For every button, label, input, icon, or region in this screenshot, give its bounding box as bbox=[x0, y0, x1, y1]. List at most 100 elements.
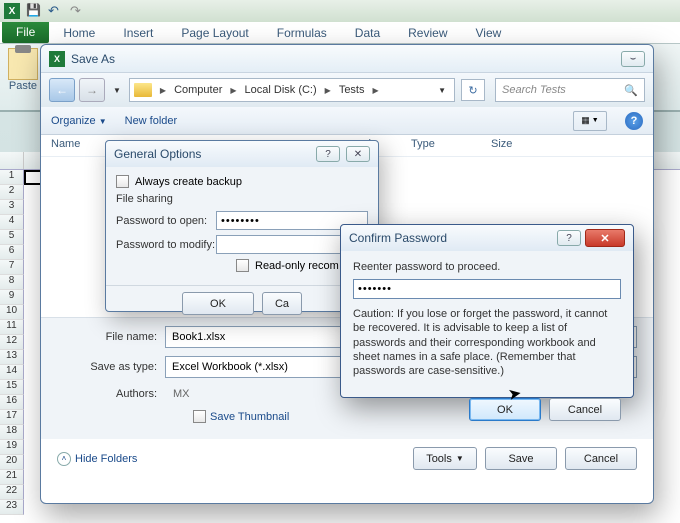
file-sharing-label: File sharing bbox=[116, 193, 368, 205]
dialog-title: Save As bbox=[71, 52, 615, 66]
save-as-titlebar: X Save As bbox=[41, 45, 653, 73]
row-header[interactable]: 7 bbox=[0, 260, 24, 275]
ok-button[interactable]: OK bbox=[182, 292, 254, 315]
save-button[interactable]: Save bbox=[485, 447, 557, 470]
close-button[interactable]: ✕ bbox=[585, 229, 625, 247]
tab-home[interactable]: Home bbox=[49, 22, 109, 43]
row-header[interactable]: 22 bbox=[0, 485, 24, 500]
col-name[interactable]: Name bbox=[51, 135, 101, 156]
row-header[interactable]: 21 bbox=[0, 470, 24, 485]
filename-label: File name: bbox=[57, 331, 157, 343]
quick-access-toolbar: X bbox=[0, 0, 680, 22]
qat-undo-icon[interactable] bbox=[48, 3, 64, 19]
breadcrumb[interactable]: ▶ Computer ▶ Local Disk (C:) ▶ Tests ▶ ▼ bbox=[129, 78, 455, 102]
ribbon-tabs: File Home Insert Page Layout Formulas Da… bbox=[0, 22, 680, 44]
pwd-modify-label: Password to modify: bbox=[116, 239, 216, 251]
dialog-title: Confirm Password bbox=[349, 231, 551, 245]
col-size[interactable]: Size bbox=[451, 135, 541, 156]
cancel-button[interactable]: Cancel bbox=[549, 398, 621, 421]
help-button[interactable]: ? bbox=[316, 146, 340, 162]
excel-icon: X bbox=[4, 3, 20, 19]
row-header[interactable]: 10 bbox=[0, 305, 24, 320]
filename-value: Book1.xlsx bbox=[172, 331, 225, 343]
row-header[interactable]: 5 bbox=[0, 230, 24, 245]
refresh-button[interactable]: ↻ bbox=[461, 79, 485, 101]
row-header[interactable]: 17 bbox=[0, 410, 24, 425]
file-tab[interactable]: File bbox=[2, 22, 49, 43]
backup-label: Always create backup bbox=[135, 176, 242, 188]
search-placeholder: Search Tests bbox=[502, 84, 566, 96]
backup-checkbox[interactable] bbox=[116, 175, 129, 188]
genopt-titlebar: General Options ? ✕ bbox=[106, 141, 378, 167]
close-button[interactable]: ✕ bbox=[346, 146, 370, 162]
search-input[interactable]: Search Tests 🔍 bbox=[495, 78, 645, 102]
tab-review[interactable]: Review bbox=[394, 22, 461, 43]
tab-view[interactable]: View bbox=[462, 22, 516, 43]
authors-label: Authors: bbox=[57, 388, 157, 400]
row-header[interactable]: 12 bbox=[0, 335, 24, 350]
confirm-password-dialog: Confirm Password ? ✕ Reenter password to… bbox=[340, 224, 634, 398]
toolbar: Organize ▼ New folder ▦▼ ? bbox=[41, 107, 653, 135]
row-header[interactable]: 13 bbox=[0, 350, 24, 365]
col-type[interactable]: Type bbox=[371, 135, 451, 156]
breadcrumb-seg[interactable]: Computer bbox=[170, 82, 226, 98]
row-header[interactable]: 16 bbox=[0, 395, 24, 410]
breadcrumb-seg[interactable]: Local Disk (C:) bbox=[241, 82, 321, 98]
excel-icon: X bbox=[49, 51, 65, 67]
back-button[interactable]: ← bbox=[49, 78, 75, 102]
help-button[interactable]: ? bbox=[625, 112, 643, 130]
paste-icon bbox=[8, 48, 38, 80]
chevron-up-icon: ˄ bbox=[57, 452, 71, 466]
forward-button[interactable]: → bbox=[79, 78, 105, 102]
row-header[interactable]: 1 bbox=[0, 170, 24, 185]
confirm-password-input[interactable] bbox=[353, 279, 621, 299]
row-header[interactable]: 9 bbox=[0, 290, 24, 305]
qat-redo-icon[interactable] bbox=[70, 3, 86, 19]
breadcrumb-seg[interactable]: Tests bbox=[335, 82, 369, 98]
caution-text: Caution: If you lose or forget the passw… bbox=[353, 307, 621, 378]
row-header[interactable]: 4 bbox=[0, 215, 24, 230]
hide-folders-button[interactable]: ˄ Hide Folders bbox=[57, 452, 137, 466]
row-header[interactable]: 2 bbox=[0, 185, 24, 200]
confirm-prompt: Reenter password to proceed. bbox=[353, 261, 621, 273]
organize-menu[interactable]: Organize ▼ bbox=[51, 115, 107, 127]
checkbox-icon bbox=[193, 410, 206, 423]
history-dropdown[interactable]: ▼ bbox=[109, 86, 125, 95]
savetype-label: Save as type: bbox=[57, 361, 157, 373]
row-header[interactable]: 18 bbox=[0, 425, 24, 440]
authors-value[interactable]: MX bbox=[165, 386, 198, 402]
row-header[interactable]: 19 bbox=[0, 440, 24, 455]
general-options-dialog: General Options ? ✕ Always create backup… bbox=[105, 140, 379, 312]
tab-data[interactable]: Data bbox=[341, 22, 394, 43]
new-folder-button[interactable]: New folder bbox=[125, 115, 178, 127]
folder-icon bbox=[134, 83, 152, 97]
row-header[interactable]: 23 bbox=[0, 500, 24, 515]
minimize-button[interactable] bbox=[621, 51, 645, 67]
row-headers: 1 2 3 4 5 6 7 8 9 10 11 12 13 14 15 16 1… bbox=[0, 170, 24, 515]
save-thumbnail-label: Save Thumbnail bbox=[210, 411, 289, 423]
paste-button[interactable]: Paste bbox=[8, 48, 38, 92]
search-icon: 🔍 bbox=[624, 84, 638, 97]
cancel-button[interactable]: Cancel bbox=[565, 447, 637, 470]
dialog-title: General Options bbox=[114, 147, 310, 161]
tools-button[interactable]: Tools▼ bbox=[413, 447, 477, 470]
row-header[interactable]: 14 bbox=[0, 365, 24, 380]
readonly-label: Read-only recom bbox=[255, 260, 339, 272]
row-header[interactable]: 8 bbox=[0, 275, 24, 290]
row-header[interactable]: 20 bbox=[0, 455, 24, 470]
view-options[interactable]: ▦▼ bbox=[573, 111, 607, 131]
savetype-value: Excel Workbook (*.xlsx) bbox=[172, 361, 288, 373]
row-header[interactable]: 11 bbox=[0, 320, 24, 335]
readonly-checkbox[interactable] bbox=[236, 259, 249, 272]
help-button[interactable]: ? bbox=[557, 230, 581, 246]
tab-insert[interactable]: Insert bbox=[109, 22, 167, 43]
row-header[interactable]: 6 bbox=[0, 245, 24, 260]
tab-formulas[interactable]: Formulas bbox=[263, 22, 341, 43]
qat-save-icon[interactable] bbox=[26, 3, 42, 19]
row-header[interactable]: 15 bbox=[0, 380, 24, 395]
nav-bar: ← → ▼ ▶ Computer ▶ Local Disk (C:) ▶ Tes… bbox=[41, 73, 653, 107]
cancel-button[interactable]: Ca bbox=[262, 292, 302, 315]
row-header[interactable]: 3 bbox=[0, 200, 24, 215]
tab-page-layout[interactable]: Page Layout bbox=[167, 22, 262, 43]
ok-button[interactable]: OK bbox=[469, 398, 541, 421]
